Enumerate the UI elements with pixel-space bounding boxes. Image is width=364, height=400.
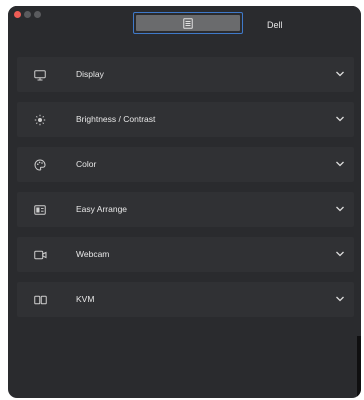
window-maximize-button[interactable] bbox=[34, 11, 41, 18]
section-list: Display Brightness / Contrast Color Easy… bbox=[17, 57, 354, 327]
chevron-down-icon[interactable] bbox=[335, 249, 345, 259]
section-brightness-contrast[interactable]: Brightness / Contrast bbox=[17, 102, 354, 137]
kvm-icon bbox=[33, 293, 47, 307]
section-label: Easy Arrange bbox=[76, 204, 128, 214]
sun-icon bbox=[33, 113, 47, 127]
monitor-tab-selected[interactable] bbox=[133, 12, 243, 34]
window-minimize-button[interactable] bbox=[24, 11, 31, 18]
window-close-button[interactable] bbox=[14, 11, 21, 18]
section-label: Display bbox=[76, 69, 104, 79]
chevron-down-icon[interactable] bbox=[335, 159, 345, 169]
section-kvm[interactable]: KVM bbox=[17, 282, 354, 317]
scrollbar[interactable] bbox=[357, 336, 361, 398]
section-label: Color bbox=[76, 159, 97, 169]
section-color[interactable]: Color bbox=[17, 147, 354, 182]
monitor-tab-fill bbox=[136, 15, 240, 31]
section-easy-arrange[interactable]: Easy Arrange bbox=[17, 192, 354, 227]
monitor-brand-label[interactable]: Dell bbox=[267, 20, 283, 30]
section-label: KVM bbox=[76, 294, 95, 304]
window-layout-icon bbox=[33, 203, 47, 217]
app-window: Dell Display Brightness / Contrast Color… bbox=[8, 6, 361, 398]
section-label: Webcam bbox=[76, 249, 110, 259]
section-display[interactable]: Display bbox=[17, 57, 354, 92]
section-label: Brightness / Contrast bbox=[76, 114, 156, 124]
webcam-icon bbox=[33, 248, 47, 262]
chevron-down-icon[interactable] bbox=[335, 204, 345, 214]
chevron-down-icon[interactable] bbox=[335, 114, 345, 124]
document-list-icon bbox=[183, 17, 193, 29]
chevron-down-icon[interactable] bbox=[335, 294, 345, 304]
titlebar: Dell bbox=[8, 6, 361, 46]
palette-icon bbox=[33, 158, 47, 172]
monitor-icon bbox=[33, 68, 47, 82]
chevron-down-icon[interactable] bbox=[335, 69, 345, 79]
section-webcam[interactable]: Webcam bbox=[17, 237, 354, 272]
